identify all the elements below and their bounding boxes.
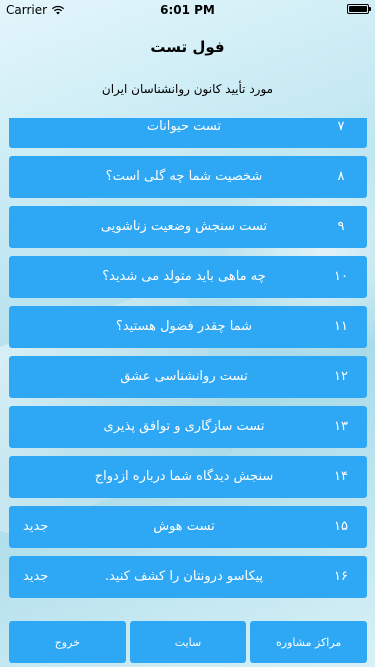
status-bar: Carrier 6:01 PM bbox=[0, 0, 375, 20]
test-number: ۱۲ bbox=[334, 369, 348, 384]
test-list-item[interactable]: ۱۵ تست هوش جدید bbox=[9, 506, 367, 548]
test-number: ۱۴ bbox=[334, 469, 348, 484]
page-subtitle: مورد تأیید کانون روانشناسان ایران bbox=[101, 82, 274, 96]
test-list-item[interactable]: ۱۶ پیکاسو درونتان را کشف کنید. جدید bbox=[9, 556, 367, 598]
new-badge: جدید bbox=[23, 519, 49, 534]
test-label: تست حیوانات bbox=[146, 119, 222, 134]
test-list-item[interactable]: ۱۳ تست سازگاری و توافق پذیری bbox=[9, 406, 367, 448]
test-label: تست سنجش وضعیت زناشویی bbox=[100, 219, 268, 234]
test-number: ۱۵ bbox=[334, 519, 348, 534]
test-number: ۱۶ bbox=[334, 569, 348, 584]
test-label: پیکاسو درونتان را کشف کنید. bbox=[104, 569, 264, 584]
test-label: تست روانشناسی عشق bbox=[120, 369, 248, 384]
new-badge: جدید bbox=[23, 569, 49, 584]
test-number: ۱۳ bbox=[334, 419, 348, 434]
test-list-item[interactable]: ۱۲ تست روانشناسی عشق bbox=[9, 356, 367, 398]
test-label: شخصیت شما چه گلی است؟ bbox=[105, 169, 263, 184]
test-label: چه ماهی باید متولد می شدید؟ bbox=[102, 269, 266, 284]
test-list-item[interactable]: ۱۴ سنجش دیدگاه شما درباره ازدواج bbox=[9, 456, 367, 498]
page-title: فول تست bbox=[150, 38, 225, 56]
test-label: تست هوش bbox=[153, 519, 215, 534]
test-label: تست سازگاری و توافق پذیری bbox=[103, 419, 265, 434]
bottom-bar: خروج سایت مراکز مشاوره bbox=[9, 621, 368, 663]
test-number: ۱۱ bbox=[334, 319, 348, 334]
test-list-item[interactable]: ۱۰ چه ماهی باید متولد می شدید؟ bbox=[9, 256, 367, 298]
test-number: ۷ bbox=[337, 119, 345, 134]
test-number: ۸ bbox=[337, 169, 345, 184]
counseling-centers-button[interactable]: مراکز مشاوره bbox=[250, 621, 368, 663]
battery-icon bbox=[347, 4, 371, 14]
status-time: 6:01 PM bbox=[160, 3, 215, 17]
test-list-item[interactable]: ۱۱ شما چقدر فضول هستید؟ bbox=[9, 306, 367, 348]
test-list-item[interactable]: ۹ تست سنجش وضعیت زناشویی bbox=[9, 206, 367, 248]
test-list-item[interactable]: ۷ تست حیوانات bbox=[9, 118, 367, 148]
exit-button[interactable]: خروج bbox=[9, 621, 126, 663]
test-number: ۹ bbox=[337, 219, 345, 234]
site-button[interactable]: سایت bbox=[129, 621, 247, 663]
test-label: شما چقدر فضول هستید؟ bbox=[115, 319, 253, 334]
test-number: ۱۰ bbox=[334, 269, 348, 284]
test-list[interactable]: ۷ تست حیوانات ۸ شخصیت شما چه گلی است؟ ۹ تست س… bbox=[9, 118, 367, 604]
test-list-item[interactable]: ۸ شخصیت شما چه گلی است؟ bbox=[9, 156, 367, 198]
test-label: سنجش دیدگاه شما درباره ازدواج bbox=[94, 469, 274, 484]
